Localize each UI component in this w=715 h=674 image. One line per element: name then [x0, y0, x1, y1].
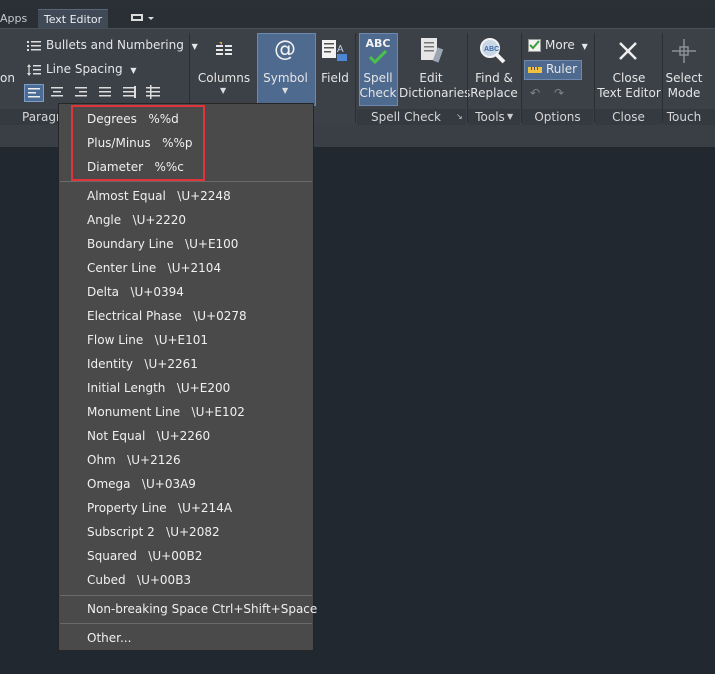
spell-check-label-1: Spell	[363, 71, 393, 85]
more-label: More	[545, 38, 575, 52]
tools-panel-title[interactable]: Tools	[468, 110, 512, 124]
menu-item[interactable]: Center Line \U+2104	[87, 258, 221, 278]
align-right-button[interactable]	[72, 84, 92, 102]
line-spacing-icon	[26, 63, 42, 77]
paragraph-panel-title: Paragr	[22, 110, 61, 124]
menu-item[interactable]: Not Equal \U+2260	[87, 426, 210, 446]
ruler-content: Ruler	[528, 60, 577, 78]
chevron-down-icon[interactable]: ▼	[507, 112, 513, 121]
dictionary-icon	[419, 36, 445, 66]
menu-item[interactable]: Squared \U+00B2	[87, 546, 202, 566]
close-text-editor-label-1[interactable]: Close	[596, 71, 662, 86]
menu-item[interactable]: Cubed \U+00B3	[87, 570, 191, 590]
chevron-down-icon: ▼	[130, 66, 137, 75]
distribute-button[interactable]	[120, 84, 140, 102]
bullets-label: Bullets and Numbering	[46, 38, 184, 52]
menu-item[interactable]: Delta \U+0394	[87, 282, 184, 302]
select-mode-label-2[interactable]: Mode	[663, 86, 705, 101]
ribbon-tab-row: Apps Text Editor	[0, 9, 715, 29]
menu-item[interactable]: Boundary Line \U+E100	[87, 234, 238, 254]
menu-item[interactable]: Omega \U+03A9	[87, 474, 196, 494]
crosshair-icon	[671, 38, 697, 64]
close-text-editor-label-2[interactable]: Text Editor	[596, 86, 662, 101]
title-strip	[0, 0, 715, 9]
divider	[355, 33, 356, 123]
svg-text:ABC: ABC	[484, 46, 499, 53]
align-center-button[interactable]	[48, 84, 68, 102]
checkbox-icon	[528, 39, 541, 52]
checkmark-icon	[368, 50, 388, 64]
menu-item[interactable]: Subscript 2 \U+2082	[87, 522, 220, 542]
menu-item-non-breaking-space[interactable]: Non-breaking Space Ctrl+Shift+Space	[87, 599, 317, 619]
ruler-icon	[528, 66, 542, 74]
at-symbol-icon: @	[274, 37, 296, 62]
highlight-box	[71, 105, 205, 181]
bullets-icon	[26, 39, 42, 53]
menu-item[interactable]: Initial Length \U+E200	[87, 378, 230, 398]
symbol-label: Symbol	[263, 71, 308, 85]
field-icon: A	[321, 38, 349, 64]
redo-icon[interactable]: ↷	[554, 86, 564, 100]
justify-button[interactable]	[96, 84, 116, 102]
panel-launcher-icon[interactable]: ↘	[456, 112, 463, 121]
spell-check-panel-title: Spell Check	[370, 110, 441, 124]
menu-item-other[interactable]: Other...	[87, 628, 131, 648]
menu-separator	[60, 623, 312, 624]
menu-separator	[60, 595, 312, 596]
edit-dictionaries-label-2[interactable]: Dictionaries	[399, 86, 470, 101]
close-panel-title: Close	[612, 110, 645, 124]
chevron-down-icon: ▼	[282, 86, 289, 95]
ruler-label: Ruler	[546, 62, 578, 76]
align-left-button[interactable]	[24, 84, 44, 102]
chevron-down-icon: ▼	[220, 86, 227, 95]
menu-item[interactable]: Identity \U+2261	[87, 354, 198, 374]
more-button[interactable]: More ▼	[528, 36, 588, 54]
magnifier-icon: ABC	[478, 36, 508, 66]
line-spacing-label: Line Spacing	[46, 62, 123, 76]
tab-text-editor[interactable]: Text Editor	[38, 9, 108, 29]
abc-icon: ABC	[365, 37, 391, 50]
partial-label: on	[0, 71, 15, 85]
columns-icon	[213, 42, 235, 62]
chevron-down-icon: ▼	[191, 42, 198, 51]
menu-separator	[60, 181, 312, 182]
menu-item[interactable]: Property Line \U+214A	[87, 498, 232, 518]
menu-item[interactable]: Ohm \U+2126	[87, 450, 181, 470]
find-replace-label-1[interactable]: Find &	[468, 71, 520, 86]
spell-check-label-2: Check	[359, 86, 397, 100]
field-button[interactable]: Field	[316, 71, 354, 86]
select-mode-label-1[interactable]: Select	[663, 71, 705, 86]
tab-apps[interactable]: Apps	[0, 9, 27, 28]
chevron-down-icon: ▼	[581, 42, 588, 51]
menu-item[interactable]: Almost Equal \U+2248	[87, 186, 231, 206]
menu-item[interactable]: Monument Line \U+E102	[87, 402, 245, 422]
menu-item[interactable]: Flow Line \U+E101	[87, 330, 208, 350]
symbol-menu: Degrees %%d Plus/Minus %%p Diameter %%c …	[58, 103, 317, 651]
columns-button[interactable]: Columns	[196, 71, 252, 86]
svg-text:A: A	[337, 44, 344, 55]
edit-dictionaries-label-1[interactable]: Edit	[399, 71, 463, 86]
menu-item[interactable]: Electrical Phase \U+0278	[87, 306, 247, 326]
find-replace-label-2[interactable]: Replace	[468, 86, 520, 101]
paragraph-settings-button[interactable]	[144, 84, 164, 102]
line-spacing-button[interactable]: Line Spacing ▼	[26, 60, 137, 78]
bullets-numbering-button[interactable]: Bullets and Numbering ▼	[26, 36, 198, 54]
menu-item[interactable]: Angle \U+2220	[87, 210, 186, 230]
close-icon	[617, 40, 639, 62]
workspace-dropdown-icon[interactable]	[129, 11, 157, 25]
options-panel-title: Options	[534, 110, 581, 124]
undo-icon[interactable]: ↶	[530, 86, 540, 100]
touch-panel-title: Touch	[666, 110, 702, 124]
